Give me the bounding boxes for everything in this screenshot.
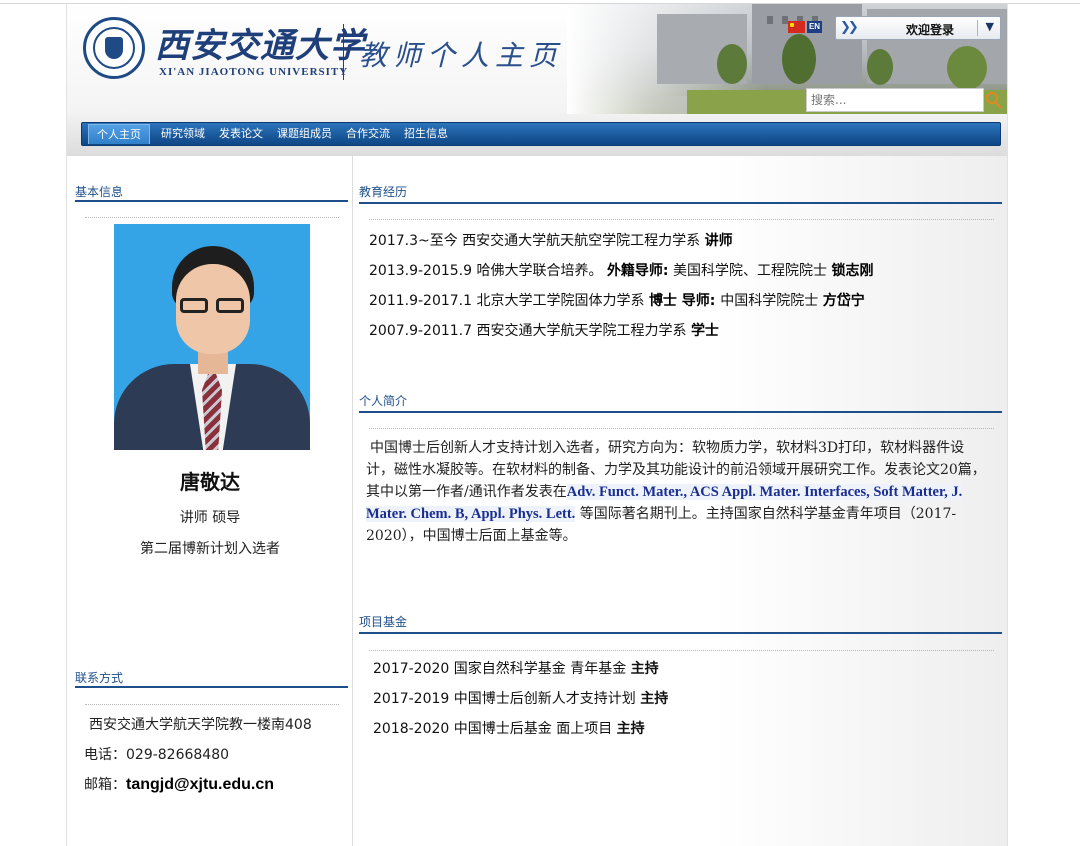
- search-input[interactable]: [806, 88, 984, 112]
- site-title: 教师个人主页: [359, 39, 564, 72]
- contact-email: 邮箱：tangjd@xjtu.edu.cn: [84, 776, 275, 793]
- main-nav: 个人主页 研究领域 发表论文 课题组成员 合作交流 招生信息: [81, 122, 1001, 146]
- tree: [867, 49, 893, 85]
- projects-title: 项目基金: [359, 615, 408, 629]
- university-name-cn[interactable]: 西安交通大学: [155, 18, 365, 67]
- chinese-language-flag-icon[interactable]: [788, 21, 805, 33]
- dropdown-arrow-icon: ▼: [985, 20, 994, 33]
- english-language-button[interactable]: EN: [807, 21, 822, 33]
- education-item: 2007.9-2011.7 西安交通大学航天学院工程力学系 学士: [369, 323, 719, 339]
- nav-item-publications[interactable]: 发表论文: [212, 124, 270, 144]
- contact-phone: 电话：029-82668480: [84, 747, 230, 763]
- contact-address: 西安交通大学航天学院教一楼南408: [89, 717, 312, 733]
- teacher-title: 讲师 硕导: [179, 510, 241, 526]
- double-chevron-icon: ❯❯: [840, 20, 859, 35]
- education-title: 教育经历: [359, 185, 408, 199]
- email-link[interactable]: tangjd@xjtu.edu.cn: [126, 776, 274, 793]
- login-dropdown[interactable]: ❯❯ 欢迎登录 ▼: [835, 16, 1001, 40]
- nav-item-cooperation[interactable]: 合作交流: [339, 124, 397, 144]
- basic-info-title: 基本信息: [75, 185, 124, 199]
- window: [767, 16, 773, 24]
- project-item: 2018-2020 中国博士后基金 面上项目 主持: [373, 721, 645, 737]
- education-item: 2011.9-2017.1 北京大学工学院固体力学系 博士 导师: 中国科学院院…: [369, 293, 865, 309]
- nav-item-home[interactable]: 个人主页: [88, 124, 150, 144]
- tree: [717, 44, 747, 84]
- tree: [947, 46, 987, 90]
- teacher-honor: 第二届博新计划入选者: [140, 541, 280, 557]
- search-icon[interactable]: [985, 90, 1003, 110]
- nav-item-research[interactable]: 研究领域: [154, 124, 212, 144]
- project-item: 2017-2020 国家自然科学基金 青年基金 主持: [373, 661, 659, 677]
- profile-photo: [114, 224, 310, 450]
- teacher-name: 唐敬达: [180, 470, 240, 494]
- left-sidebar: 基本信息 唐敬达 讲师 硕导 第二届博新计划入选者 联系方式 西安交通大学航天学…: [67, 156, 353, 846]
- education-item: 2013.9-2015.9 哈佛大学联合培养。 外籍导师: 美国科学院、工程院院…: [369, 263, 874, 279]
- page-container: 西安交通大学 XI'AN JIAOTONG UNIVERSITY 教师个人主页 …: [66, 4, 1008, 846]
- bio-text: 中国博士后创新人才支持计划入选者，研究方向为：软物质力学，软材料3D打印，软材料…: [366, 440, 986, 544]
- nav-item-admissions[interactable]: 招生信息: [397, 124, 455, 144]
- header: 西安交通大学 XI'AN JIAOTONG UNIVERSITY 教师个人主页 …: [67, 4, 1007, 156]
- project-item: 2017-2019 中国博士后创新人才支持计划 主持: [373, 691, 669, 707]
- bio-title: 个人简介: [359, 394, 408, 408]
- login-label: 欢迎登录: [906, 23, 955, 37]
- main-content: 教育经历 2017.3~至今 西安交通大学航天航空学院工程力学系 讲师 2013…: [354, 156, 1007, 846]
- education-item: 2017.3~至今 西安交通大学航天航空学院工程力学系 讲师: [369, 233, 733, 249]
- university-seal-logo[interactable]: [83, 17, 145, 79]
- logo-divider: [343, 24, 344, 80]
- tree: [782, 34, 816, 84]
- university-name-en[interactable]: XI'AN JIAOTONG UNIVERSITY: [159, 66, 348, 78]
- nav-item-group-members[interactable]: 课题组成员: [270, 124, 339, 144]
- contact-title: 联系方式: [75, 671, 124, 685]
